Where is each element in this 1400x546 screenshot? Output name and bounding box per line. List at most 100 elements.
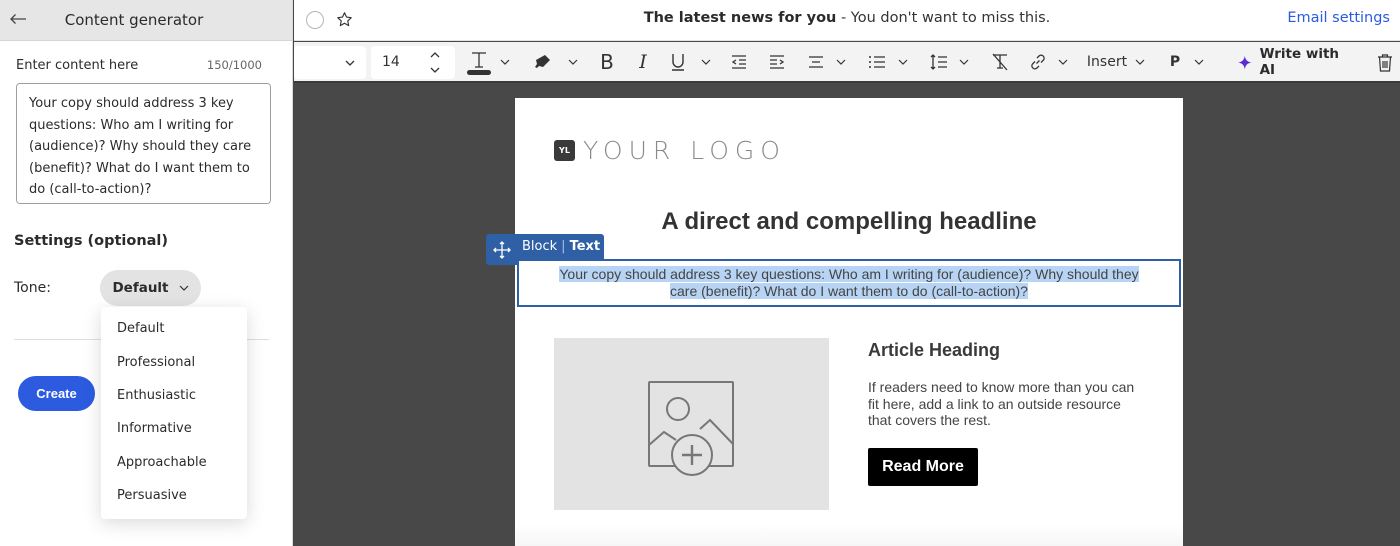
italic-icon: I xyxy=(639,51,647,73)
font-size-value: 14 xyxy=(382,54,400,70)
panel-title: Content generator xyxy=(64,11,204,29)
read-more-button[interactable]: Read More xyxy=(868,448,978,486)
chevron-down-icon xyxy=(500,59,510,65)
underline-icon xyxy=(672,54,684,71)
preheader-text[interactable]: - You don't want to miss this. xyxy=(836,10,1050,26)
block-label: Block | Text xyxy=(517,234,605,259)
character-count: 150/1000 xyxy=(206,58,262,72)
chevron-down-icon xyxy=(836,59,846,65)
indent-icon xyxy=(770,55,785,69)
text-color-button[interactable] xyxy=(464,47,494,77)
favorite-button[interactable] xyxy=(334,8,354,30)
tone-label: Tone: xyxy=(14,280,51,296)
sparkle-icon xyxy=(1238,55,1252,69)
chevron-down-icon xyxy=(959,59,969,65)
chevron-down-icon xyxy=(1194,59,1204,65)
subject-line[interactable]: The latest news for you xyxy=(644,10,837,26)
block-label-type: Text xyxy=(569,239,601,254)
outdent-button[interactable] xyxy=(728,51,750,73)
text-color-icon xyxy=(467,52,491,75)
tone-selected-value: Default xyxy=(112,280,169,296)
tone-option-informative[interactable]: Informative xyxy=(101,412,247,445)
insert-menu[interactable]: Insert xyxy=(1086,50,1146,74)
highlight-button[interactable] xyxy=(532,50,554,74)
stepper-up-icon[interactable] xyxy=(430,52,440,58)
delete-block-button[interactable] xyxy=(1374,50,1396,74)
underline-button[interactable] xyxy=(668,49,688,75)
email-canvas: YL YOUR LOGO A direct and compelling hea… xyxy=(515,98,1183,546)
link-button[interactable] xyxy=(1027,50,1049,74)
tone-option-approachable[interactable]: Approachable xyxy=(101,446,247,479)
logo-block[interactable]: YL YOUR LOGO xyxy=(554,136,786,165)
create-button[interactable]: Create xyxy=(18,376,95,411)
image-placeholder[interactable] xyxy=(554,338,829,510)
tone-option-persuasive[interactable]: Persuasive xyxy=(101,479,247,512)
logo-mark: YL xyxy=(554,140,575,161)
clear-formatting-button[interactable] xyxy=(989,50,1011,74)
italic-button[interactable]: I xyxy=(634,50,652,74)
line-height-button[interactable] xyxy=(928,51,950,73)
article-body[interactable]: If readers need to know more than you ca… xyxy=(868,379,1148,429)
tone-dropdown-menu: Default Professional Enthusiastic Inform… xyxy=(101,307,247,519)
body-text-line-1: Your copy should address 3 key questions… xyxy=(559,266,1139,282)
chevron-down-icon xyxy=(345,60,355,66)
underline-dropdown[interactable] xyxy=(699,56,713,68)
content-generator-panel: Content generator Enter content here 150… xyxy=(0,0,293,546)
paragraph-style-menu[interactable]: P xyxy=(1166,50,1208,74)
highlight-dropdown[interactable] xyxy=(566,56,580,68)
email-subject: The latest news for you - You don't want… xyxy=(294,10,1400,26)
email-headline[interactable]: A direct and compelling headline xyxy=(515,208,1183,236)
email-settings-link[interactable]: Email settings xyxy=(1287,10,1390,26)
align-dropdown[interactable] xyxy=(834,56,848,68)
link-dropdown[interactable] xyxy=(1056,56,1070,68)
font-size-input[interactable]: 14 xyxy=(371,46,455,79)
chevron-down-icon xyxy=(179,285,188,291)
block-type-tag: Block | Text xyxy=(486,234,605,265)
move-arrows-icon xyxy=(492,240,511,259)
stepper-down-icon[interactable] xyxy=(430,67,440,73)
write-with-ai-label: Write with AI xyxy=(1259,46,1340,78)
tone-option-professional[interactable]: Professional xyxy=(101,345,247,378)
chevron-down-icon xyxy=(1135,59,1145,65)
email-topbar: The latest news for you - You don't want… xyxy=(294,0,1400,41)
selected-text-block[interactable]: Your copy should address 3 key questions… xyxy=(517,259,1181,307)
link-icon xyxy=(1031,54,1045,70)
chevron-down-icon xyxy=(1058,59,1068,65)
bold-button[interactable]: B xyxy=(597,50,617,74)
move-block-handle[interactable] xyxy=(486,234,517,265)
logo-text: YOUR LOGO xyxy=(583,136,786,165)
line-height-dropdown[interactable] xyxy=(957,56,971,68)
add-image-icon xyxy=(648,381,734,476)
tone-option-enthusiastic[interactable]: Enthusiastic xyxy=(101,379,247,412)
font-family-select[interactable] xyxy=(294,46,366,79)
tone-option-default[interactable]: Default xyxy=(101,312,247,345)
content-input[interactable]: Your copy should address 3 key questions… xyxy=(16,83,271,204)
back-button[interactable] xyxy=(7,8,29,30)
select-circle-checkbox[interactable] xyxy=(306,11,324,29)
chevron-down-icon xyxy=(898,59,908,65)
canvas-fade xyxy=(515,524,1183,546)
settings-heading: Settings (optional) xyxy=(14,233,169,249)
align-center-icon xyxy=(809,56,823,68)
chevron-down-icon xyxy=(568,59,578,65)
chevron-down-icon xyxy=(701,59,711,65)
line-height-icon xyxy=(930,54,947,70)
indent-button[interactable] xyxy=(766,51,788,73)
bullet-list-icon xyxy=(869,56,885,68)
article-heading[interactable]: Article Heading xyxy=(868,340,1000,361)
write-with-ai-button[interactable]: Write with AI xyxy=(1238,46,1350,78)
list-button[interactable] xyxy=(866,51,888,73)
insert-label: Insert xyxy=(1086,54,1128,70)
bold-icon: B xyxy=(600,50,614,74)
paragraph-label: P xyxy=(1169,54,1181,70)
formatting-toolbar: 14 B I Insert P Write with AI xyxy=(294,42,1400,83)
body-text-line-2: care (benefit)? What do I want them to d… xyxy=(670,283,1028,299)
block-label-block: Block xyxy=(522,239,558,254)
content-label: Enter content here xyxy=(16,58,139,73)
text-color-dropdown[interactable] xyxy=(498,56,512,68)
list-dropdown[interactable] xyxy=(896,56,910,68)
panel-header: Content generator xyxy=(0,0,292,41)
outdent-icon xyxy=(731,55,746,69)
tone-select[interactable]: Default xyxy=(100,270,201,306)
align-button[interactable] xyxy=(805,51,827,73)
